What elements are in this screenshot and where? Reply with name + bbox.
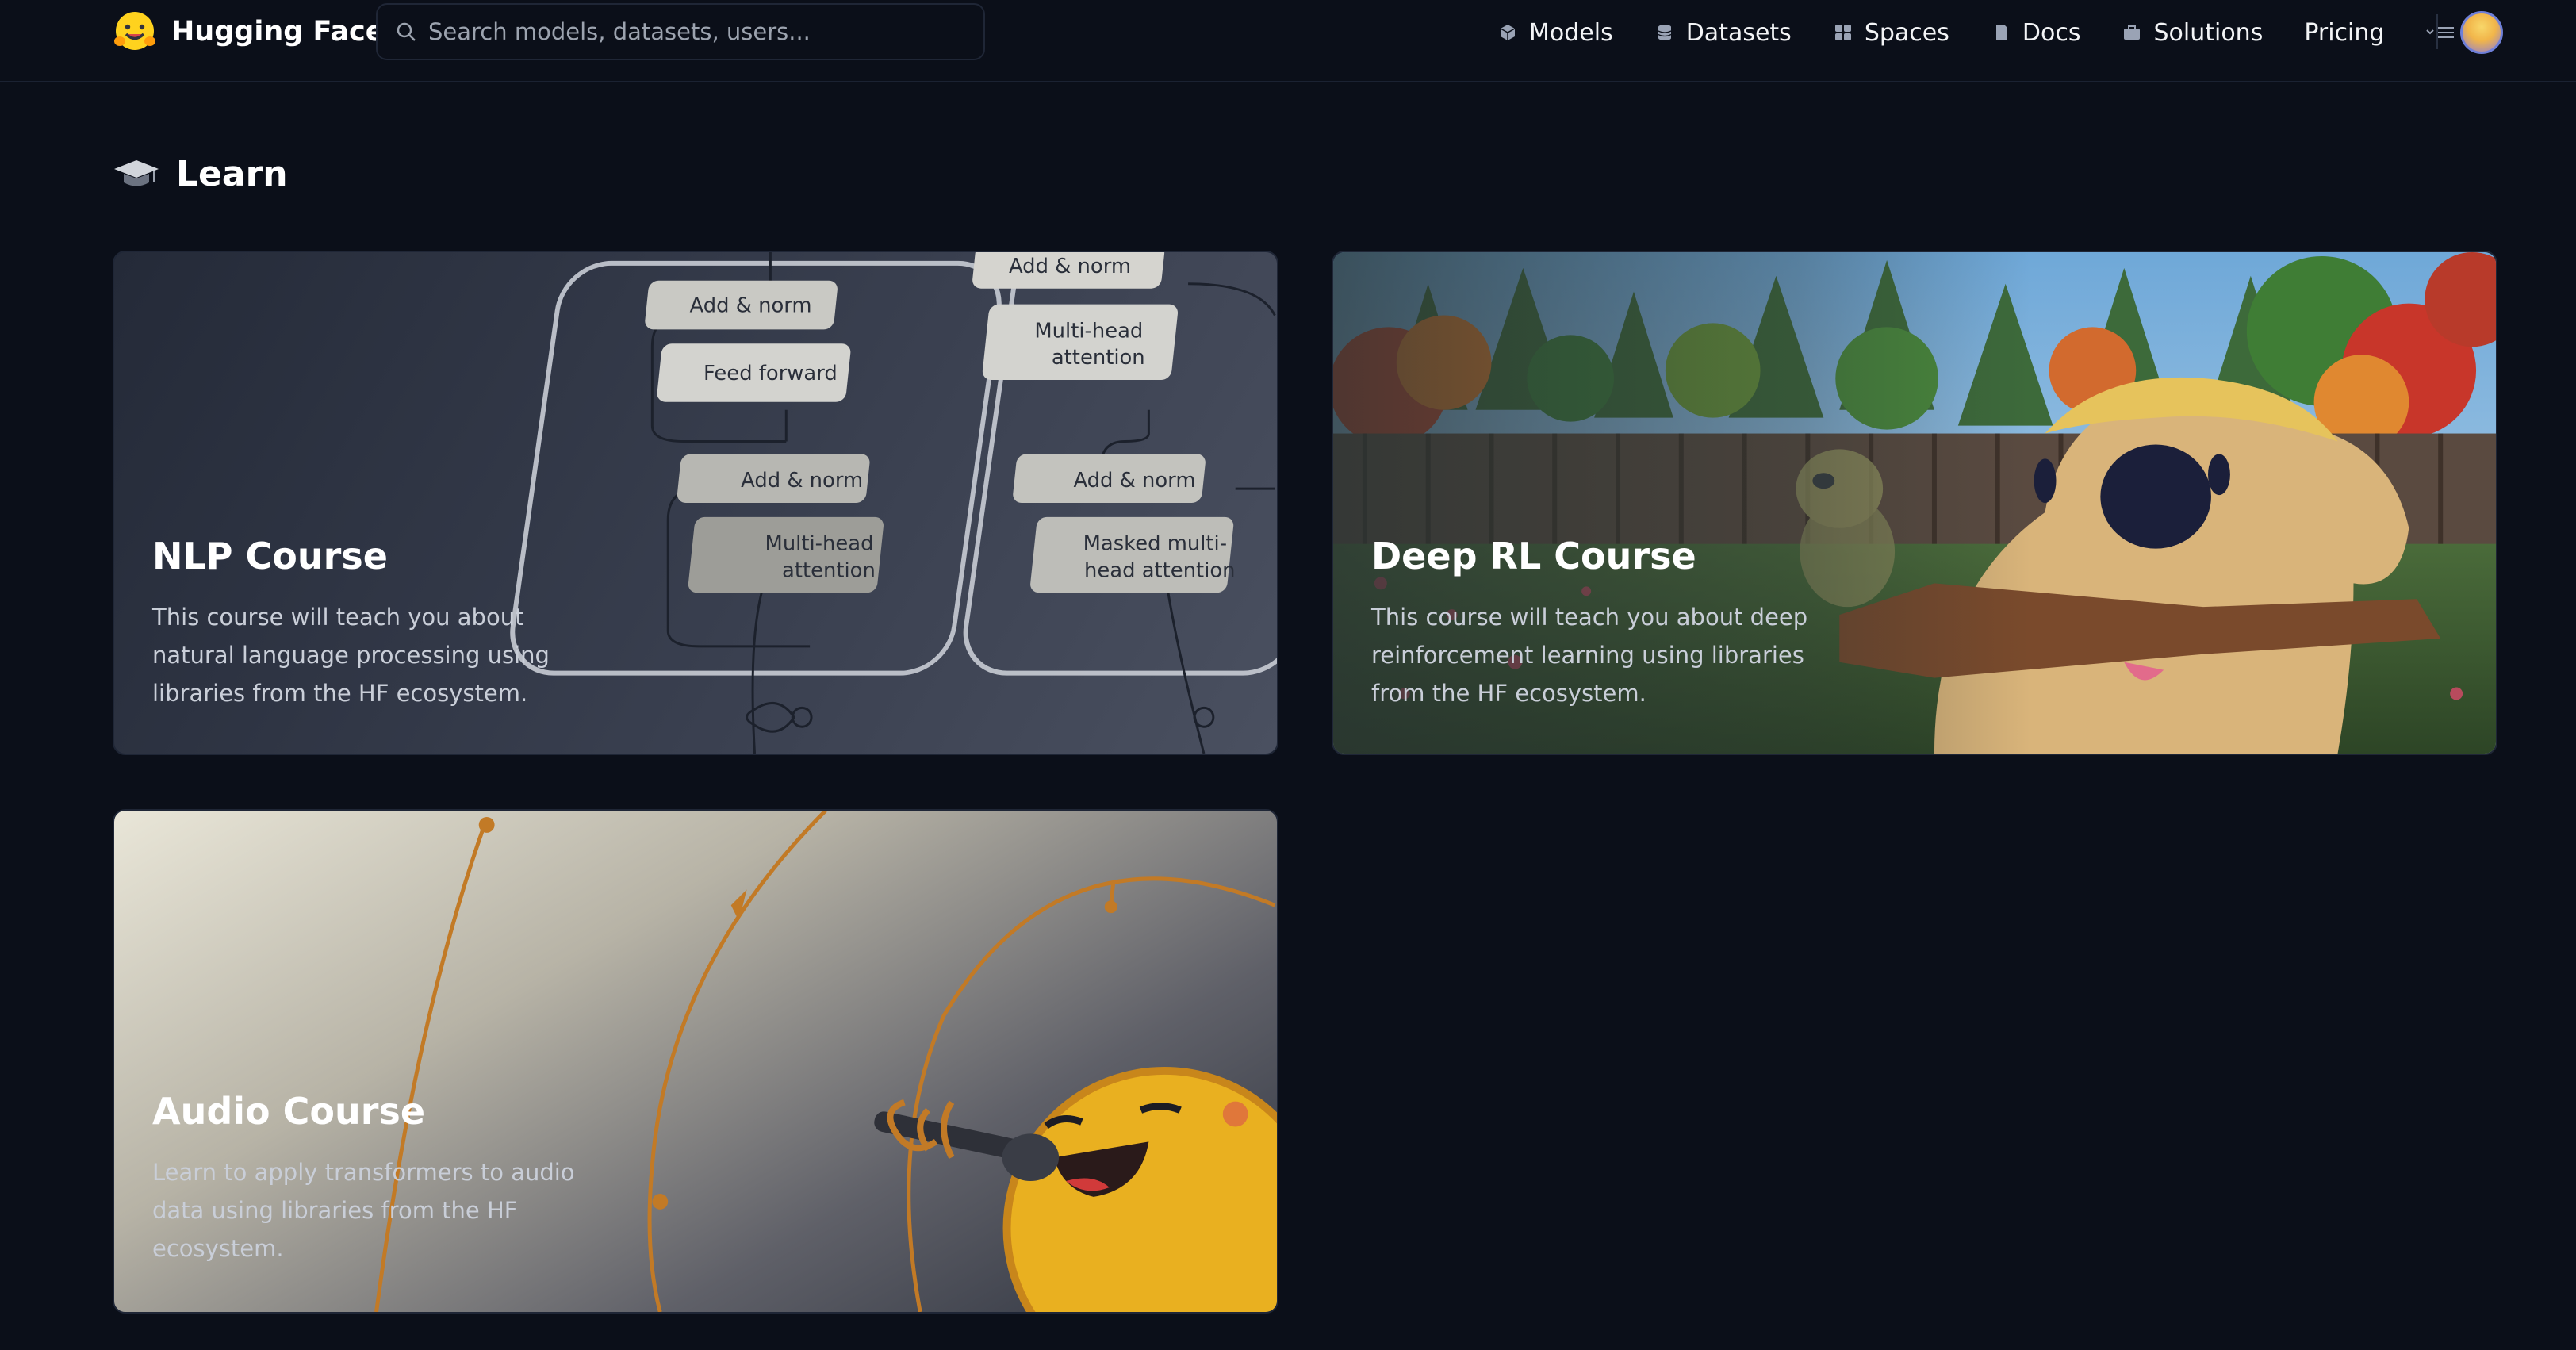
multi-head-attention-block-2: Multi-head attention	[982, 304, 1179, 380]
deep-rl-course-card[interactable]: Deep RL Course This course will teach yo…	[1332, 251, 2497, 755]
deep-rl-course-text: Deep RL Course This course will teach yo…	[1371, 535, 1815, 712]
graduation-cap-icon	[114, 160, 159, 186]
feed-forward-label: Feed forward	[703, 362, 838, 385]
main-nav: Models Datasets Spaces Docs Solutions Pr…	[1497, 10, 2457, 56]
multi-head-label-2b: attention	[1052, 346, 1145, 370]
brand-logo-link[interactable]: Hugging Face	[113, 11, 384, 52]
add-norm-label-4: Add & norm	[1073, 469, 1195, 493]
nav-models-label: Models	[1529, 18, 1613, 47]
nav-spaces[interactable]: Spaces	[1833, 19, 1949, 47]
add-norm-block-2: Add & norm	[677, 454, 870, 503]
nav-models[interactable]: Models	[1497, 19, 1613, 47]
search-input[interactable]	[428, 18, 936, 45]
nav-spaces-label: Spaces	[1864, 18, 1949, 47]
cube-icon	[1500, 25, 1516, 40]
multi-head-label-1b: attention	[782, 558, 876, 582]
audio-course-text: Audio Course Learn to apply transformers…	[152, 1090, 596, 1268]
brand-name: Hugging Face	[171, 16, 385, 48]
nav-datasets[interactable]: Datasets	[1654, 19, 1792, 47]
audio-course-description: Learn to apply transformers to audio dat…	[152, 1159, 575, 1262]
top-navbar: Hugging Face Models Datasets	[0, 0, 2576, 82]
nlp-course-title: NLP Course	[152, 535, 388, 577]
grid-icon	[1834, 25, 1851, 40]
add-norm-block-4: Add & norm	[1013, 454, 1206, 503]
audio-course-title: Audio Course	[152, 1090, 426, 1133]
nav-docs-label: Docs	[2022, 18, 2081, 47]
masked-label-a: Masked multi-	[1083, 532, 1227, 556]
add-norm-label-2: Add & norm	[741, 469, 863, 493]
add-norm-block-1: Add & norm	[645, 280, 838, 330]
nav-solutions-label: Solutions	[2153, 18, 2264, 47]
deep-rl-course-title: Deep RL Course	[1371, 535, 1696, 577]
database-icon	[1658, 25, 1671, 40]
nav-docs[interactable]: Docs	[1991, 18, 2081, 47]
deep-rl-course-description: This course will teach you about deep re…	[1371, 604, 1808, 707]
nav-divider	[2436, 14, 2438, 49]
user-avatar[interactable]	[2460, 11, 2503, 54]
multi-head-label-2a: Multi-head	[1034, 319, 1143, 343]
doc-icon	[1995, 25, 2007, 40]
nlp-course-description: This course will teach you about natural…	[152, 604, 550, 707]
page-title: Learn	[113, 146, 288, 201]
add-norm-label-3: Add & norm	[1009, 255, 1131, 278]
nav-solutions[interactable]: Solutions	[2122, 19, 2263, 47]
briefcase-icon	[2124, 25, 2141, 40]
hugging-face-logo-icon	[114, 12, 155, 50]
masked-attention-block: Masked multi- head attention	[1030, 516, 1236, 593]
add-norm-label-1: Add & norm	[690, 294, 812, 318]
search-icon	[397, 22, 416, 41]
multi-head-label-1a: Multi-head	[765, 532, 874, 556]
nav-more[interactable]	[2425, 22, 2457, 43]
nav-pricing[interactable]: Pricing	[2304, 19, 2384, 47]
nlp-course-card[interactable]: Add & norm Feed forward Add & norm Multi…	[113, 251, 1278, 755]
menu-icon	[2426, 27, 2455, 38]
section-heading: Learn	[176, 153, 288, 194]
masked-label-b: head attention	[1084, 558, 1236, 582]
nav-pricing-label: Pricing	[2304, 18, 2385, 47]
audio-course-card[interactable]: Audio Course Learn to apply transformers…	[113, 809, 1278, 1314]
search-box[interactable]	[376, 3, 985, 60]
nlp-course-text: NLP Course This course will teach you ab…	[152, 535, 596, 712]
multi-head-attention-block-1: Multi-head attention	[688, 516, 884, 593]
add-norm-block-3: Add & norm	[972, 252, 1165, 289]
feed-forward-block: Feed forward	[657, 343, 851, 402]
nav-datasets-label: Datasets	[1685, 18, 1792, 47]
